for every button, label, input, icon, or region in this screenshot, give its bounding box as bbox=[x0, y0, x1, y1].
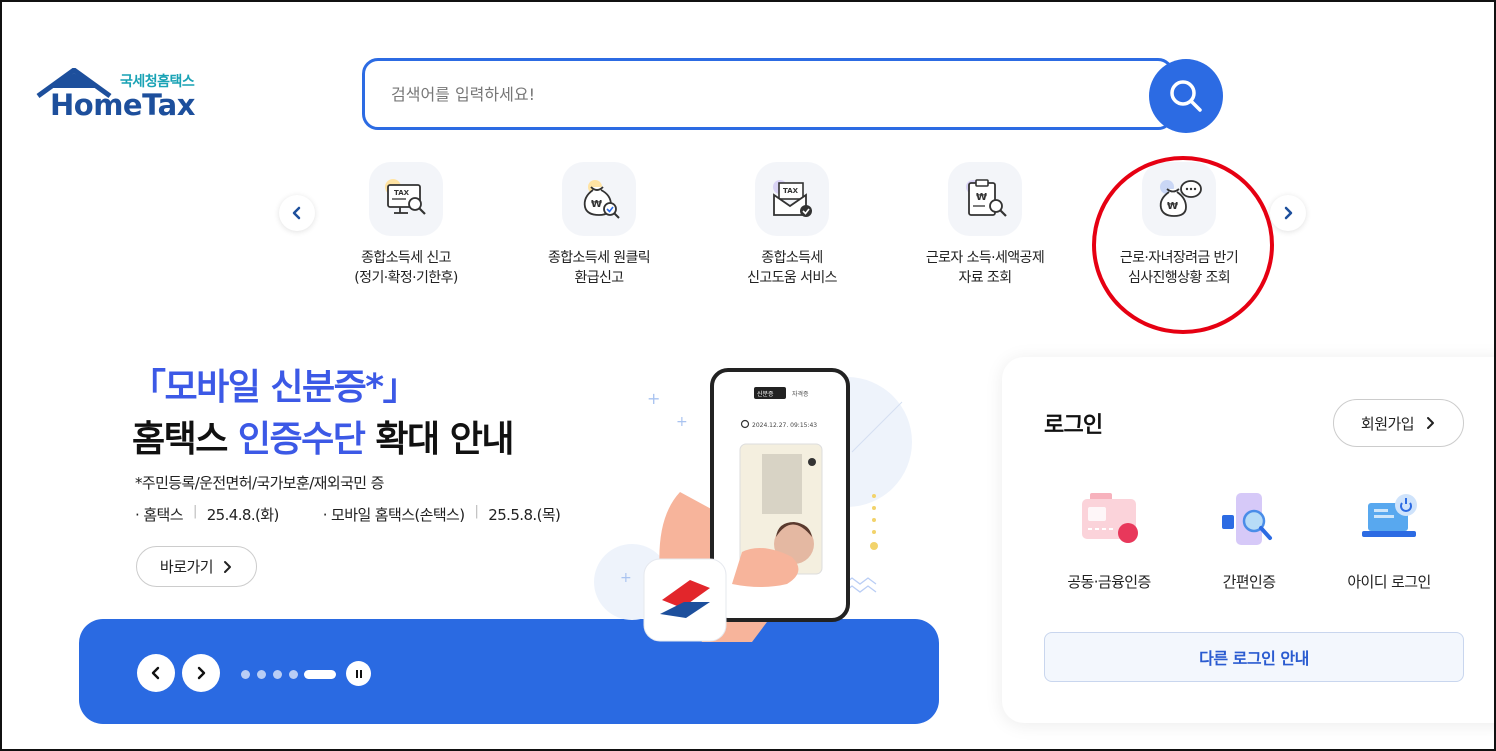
quick-menu-label: 종합소득세 원클릭 환급신고 bbox=[547, 250, 651, 286]
svg-text:₩: ₩ bbox=[591, 199, 602, 210]
chevron-right-icon bbox=[1427, 417, 1435, 429]
quick-menu-item-one-click-refund[interactable]: ₩ 종합소득세 원클릭 환급신고 bbox=[499, 162, 699, 288]
svg-text:+: + bbox=[620, 570, 632, 586]
banner-subtitle: 홈택스 인증수단 확대 안내 bbox=[132, 419, 514, 460]
chevron-right-icon bbox=[224, 560, 232, 573]
money-bag-check-icon: ₩ bbox=[562, 162, 636, 236]
carousel-pause-button[interactable] bbox=[346, 661, 371, 686]
phone-search-icon bbox=[1214, 491, 1284, 551]
chevron-left-icon bbox=[151, 666, 160, 680]
clipboard-search-icon: ₩ bbox=[948, 162, 1022, 236]
carousel-dot[interactable] bbox=[273, 670, 282, 679]
chevron-left-icon bbox=[292, 206, 301, 220]
carousel-dot-active[interactable] bbox=[304, 670, 336, 679]
svg-text:TAX: TAX bbox=[783, 187, 799, 195]
hometax-logo[interactable]: 국세청홈택스 HomeTax bbox=[36, 68, 206, 128]
login-title: 로그인 bbox=[1044, 413, 1103, 438]
banner-dates: · 홈택스 | 25.4.8.(화) · 모바일 홈택스(손택스) | 25.5.8.(… bbox=[135, 504, 561, 524]
banner-note: *주민등록/운전면허/국가보훈/재외국민 증 bbox=[135, 474, 384, 492]
quick-menu-item-report-help[interactable]: TAX 종합소득세 신고도움 서비스 bbox=[692, 162, 892, 288]
quick-menu-label: 근로자 소득·세액공제 자료 조회 bbox=[925, 250, 1045, 286]
tax-monitor-icon: TAX bbox=[369, 162, 443, 236]
svg-text:신분증: 신분증 bbox=[757, 390, 774, 398]
svg-text:자격증: 자격증 bbox=[792, 390, 809, 398]
svg-text:₩: ₩ bbox=[976, 192, 987, 203]
banner-title: 「모바일 신분증*」 bbox=[130, 367, 419, 408]
quick-menu-label: 종합소득세 신고 (정기·확정·기한후) bbox=[354, 250, 458, 286]
quick-menu-item-income-tax-report[interactable]: TAX 종합소득세 신고 (정기·확정·기한후) bbox=[306, 162, 506, 288]
banner-go-button[interactable]: 바로가기 bbox=[136, 546, 257, 587]
search-button[interactable] bbox=[1149, 59, 1223, 133]
carousel-dot[interactable] bbox=[289, 670, 298, 679]
banner-prev-button[interactable] bbox=[137, 654, 175, 692]
pause-icon bbox=[355, 669, 362, 678]
search-box bbox=[362, 58, 1174, 130]
search-input[interactable] bbox=[391, 61, 1131, 127]
join-button[interactable]: 회원가입 bbox=[1333, 399, 1464, 447]
money-bag-chat-icon: ₩ bbox=[1142, 162, 1216, 236]
quick-menu-label: 종합소득세 신고도움 서비스 bbox=[747, 250, 837, 286]
login-option-certificate[interactable]: 공동·금융인증 bbox=[1039, 491, 1179, 592]
chevron-right-icon bbox=[1284, 206, 1293, 220]
chevron-right-icon bbox=[197, 666, 206, 680]
quick-menu-next-button[interactable] bbox=[1270, 195, 1306, 231]
login-panel: 로그인 회원가입 공동·금융인증 간편인증 아이디 로그인 다른 로그인 안내 bbox=[1002, 357, 1494, 723]
certificate-card-icon bbox=[1074, 491, 1144, 551]
svg-text:+: + bbox=[676, 414, 688, 430]
banner-next-button[interactable] bbox=[182, 654, 220, 692]
laptop-power-icon bbox=[1354, 491, 1424, 551]
quick-menu-item-incentive-status[interactable]: ₩ 근로·자녀장려금 반기 심사진행상황 조회 bbox=[1079, 162, 1279, 288]
quick-menu-item-deduction-data[interactable]: ₩ 근로자 소득·세액공제 자료 조회 bbox=[885, 162, 1085, 288]
svg-text:+: + bbox=[647, 389, 660, 408]
logo-title: HomeTax bbox=[50, 88, 195, 122]
svg-text:₩: ₩ bbox=[1167, 201, 1178, 212]
svg-text:TAX: TAX bbox=[394, 189, 410, 197]
quick-menu-label: 근로·자녀장려금 반기 심사진행상황 조회 bbox=[1119, 250, 1239, 286]
tax-envelope-icon: TAX bbox=[755, 162, 829, 236]
other-login-guide-button[interactable]: 다른 로그인 안내 bbox=[1044, 632, 1464, 682]
svg-text:2024.12.27. 09:15:43: 2024.12.27. 09:15:43 bbox=[752, 422, 817, 429]
carousel-dot[interactable] bbox=[241, 670, 250, 679]
login-option-id[interactable]: 아이디 로그인 bbox=[1319, 491, 1459, 592]
page-frame: 국세청홈택스 HomeTax TAX 종합소득 bbox=[0, 0, 1496, 751]
login-option-simple[interactable]: 간편인증 bbox=[1179, 491, 1319, 592]
carousel-dot[interactable] bbox=[257, 670, 266, 679]
search-icon bbox=[1170, 80, 1202, 112]
mobile-id-illustration: + + + 신분증 자격증 2024.12.27. 09:15:43 bbox=[594, 368, 912, 642]
